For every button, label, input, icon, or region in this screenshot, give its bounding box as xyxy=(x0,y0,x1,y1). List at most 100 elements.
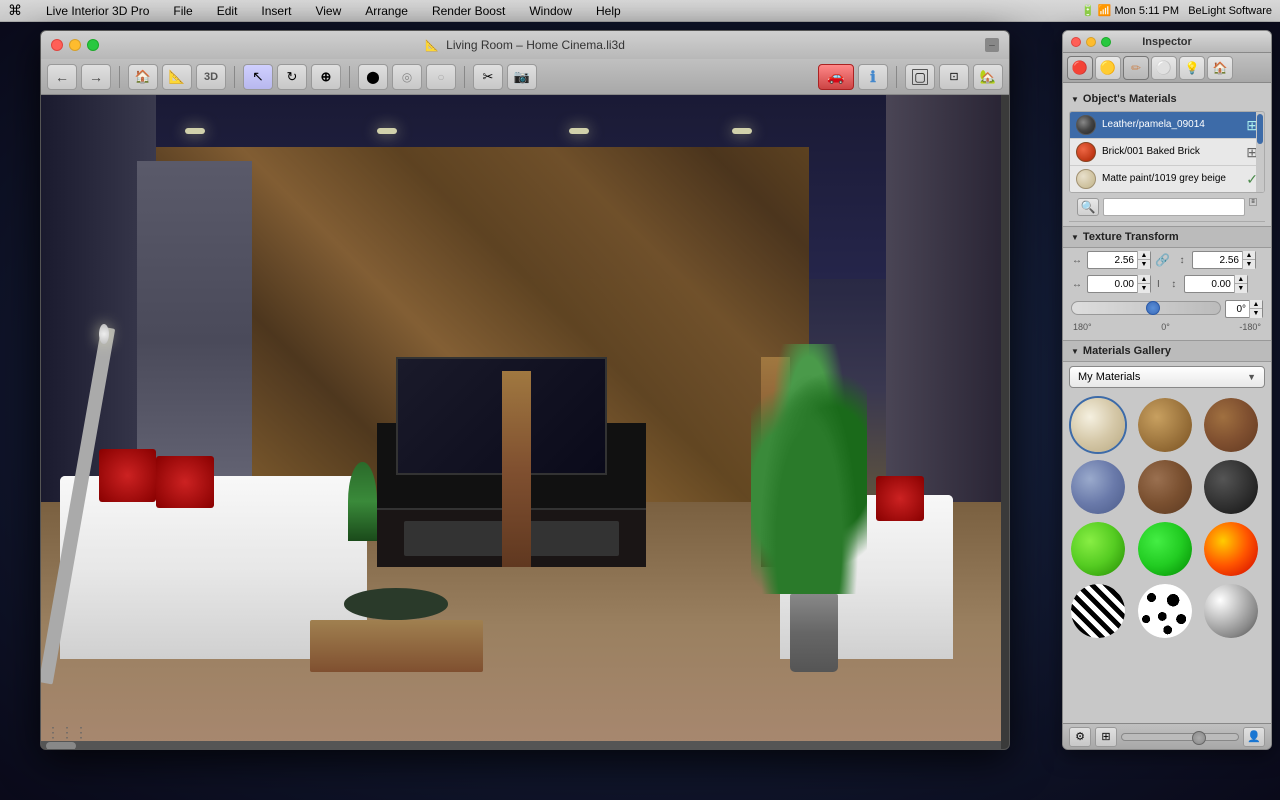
offset-x-steppers[interactable]: ▲ ▼ xyxy=(1137,275,1150,293)
minimize-button[interactable] xyxy=(69,39,81,51)
angle-input[interactable]: 0° ▲ ▼ xyxy=(1225,300,1263,318)
gallery-header: ▼ Materials Gallery xyxy=(1063,340,1271,362)
inspector-min[interactable] xyxy=(1086,37,1096,47)
material-item-leather[interactable]: Leather/pamela_09014 ⊞ xyxy=(1070,112,1264,139)
menu-file[interactable]: File xyxy=(169,2,196,20)
menu-insert[interactable]: Insert xyxy=(257,2,295,20)
sphere-tool-button[interactable]: ⬤ xyxy=(358,64,388,90)
eyedropper-input[interactable] xyxy=(1103,198,1245,216)
menu-window[interactable]: Window xyxy=(525,2,576,20)
gallery-item-metal[interactable] xyxy=(1069,458,1127,516)
nav-forward-button[interactable]: → xyxy=(81,64,111,90)
inspector-zoom-thumb[interactable] xyxy=(1192,731,1206,745)
offset-y-input[interactable]: 0.00 ▲ ▼ xyxy=(1184,275,1248,293)
gallery-dropdown[interactable]: My Materials ▼ xyxy=(1069,366,1265,388)
gallery-item-cream[interactable] xyxy=(1069,396,1127,454)
path-tool-button[interactable]: ✂ xyxy=(473,64,503,90)
gallery-item-zebra[interactable] xyxy=(1069,582,1127,640)
gallery-item-brown[interactable] xyxy=(1136,458,1194,516)
menu-help[interactable]: Help xyxy=(592,2,625,20)
gallery-item-dark[interactable] xyxy=(1202,458,1260,516)
scale-y-up[interactable]: ▲ xyxy=(1243,251,1255,260)
angle-slider-track[interactable] xyxy=(1071,301,1221,315)
eyedropper-button[interactable]: 🔍 xyxy=(1077,198,1099,216)
inspector-tab-metal[interactable]: ⚪ xyxy=(1151,56,1177,80)
scale-y-input[interactable]: 2.56 ▲ ▼ xyxy=(1192,251,1256,269)
frame-all-button[interactable]: ⊡ xyxy=(939,64,969,90)
scale-x-down[interactable]: ▼ xyxy=(1138,260,1150,269)
scale-x-up[interactable]: ▲ xyxy=(1138,251,1150,260)
window-zoom-btn[interactable]: ─ xyxy=(985,38,999,52)
inspector-tab-paint[interactable]: ✏ xyxy=(1123,56,1149,80)
inspector-zoom-slider[interactable] xyxy=(1121,733,1239,741)
offset-x-up[interactable]: ▲ xyxy=(1138,275,1150,284)
menu-view[interactable]: View xyxy=(311,2,345,20)
inspector-tab-materials[interactable]: 🔴 xyxy=(1067,56,1093,80)
menu-arrange[interactable]: Arrange xyxy=(361,2,412,20)
eyedropper-options[interactable]: ≡ xyxy=(1249,198,1257,216)
scale-x-input[interactable]: 2.56 ▲ ▼ xyxy=(1087,251,1151,269)
menu-appname[interactable]: Live Interior 3D Pro xyxy=(42,2,153,20)
nav-back-button[interactable]: ← xyxy=(47,64,77,90)
inspector-settings-button[interactable]: ⚙ xyxy=(1069,727,1091,747)
inspector-tab-house[interactable]: 🏠 xyxy=(1207,56,1233,80)
offset-y-up[interactable]: ▲ xyxy=(1235,275,1247,284)
frame-selection-button[interactable]: ▢ xyxy=(905,64,935,90)
material-item-brick[interactable]: Brick/001 Baked Brick ⊞ xyxy=(1070,139,1264,166)
floor-plan-button[interactable]: 🏠 xyxy=(128,64,158,90)
gallery-item-wood1[interactable] xyxy=(1136,396,1194,454)
scale-y-down[interactable]: ▼ xyxy=(1243,260,1255,269)
offset-x-down[interactable]: ▼ xyxy=(1138,284,1150,293)
3d-nav-button[interactable]: 🚗 xyxy=(818,64,854,90)
maximize-button[interactable] xyxy=(87,39,99,51)
gallery-item-fire[interactable] xyxy=(1202,520,1260,578)
viewport[interactable]: ⋮⋮⋮ xyxy=(41,95,1001,750)
orbit-tool-button[interactable]: ↻ xyxy=(277,64,307,90)
apple-menu[interactable]: ⌘ xyxy=(8,2,22,19)
inspector-max[interactable] xyxy=(1101,37,1111,47)
sphere2-tool-button[interactable]: ◎ xyxy=(392,64,422,90)
gallery-item-chrome[interactable] xyxy=(1202,582,1260,640)
gallery-item-green1[interactable] xyxy=(1069,520,1127,578)
info-button[interactable]: ℹ xyxy=(858,64,888,90)
inspector-tab-lamp[interactable]: 💡 xyxy=(1179,56,1205,80)
link-icon[interactable]: 🔗 xyxy=(1155,253,1170,267)
gallery-item-wood2[interactable] xyxy=(1202,396,1260,454)
close-button[interactable] xyxy=(51,39,63,51)
angle-up[interactable]: ▲ xyxy=(1250,300,1262,309)
3d-view-button[interactable]: 3D xyxy=(196,64,226,90)
scale-x-steppers[interactable]: ▲ ▼ xyxy=(1137,251,1150,269)
offset-x-input[interactable]: 0.00 ▲ ▼ xyxy=(1087,275,1151,293)
offset-y-down[interactable]: ▼ xyxy=(1235,284,1247,293)
elevation-button[interactable]: 📐 xyxy=(162,64,192,90)
home-view-button[interactable]: 🏡 xyxy=(973,64,1003,90)
pan-tool-button[interactable]: ⊕ xyxy=(311,64,341,90)
inspector-tab-sphere[interactable]: 🟡 xyxy=(1095,56,1121,80)
inspector-grid-button[interactable]: ⊞ xyxy=(1095,727,1117,747)
gallery-item-green2[interactable] xyxy=(1136,520,1194,578)
offset-y-steppers[interactable]: ▲ ▼ xyxy=(1234,275,1247,293)
menu-render[interactable]: Render Boost xyxy=(428,2,509,20)
inspector-titlebar: Inspector xyxy=(1063,31,1271,53)
gallery-item-spots[interactable] xyxy=(1136,582,1194,640)
viewport-hscroll[interactable] xyxy=(41,741,1001,750)
metal-icon: ⚪ xyxy=(1156,60,1172,76)
material-item-matte[interactable]: Matte paint/1019 grey beige ✓ xyxy=(1070,166,1264,192)
materials-scrollbar-thumb[interactable] xyxy=(1257,114,1263,144)
viewport-hscroll-thumb[interactable] xyxy=(46,742,76,750)
texture-scale-row: ↔ 2.56 ▲ ▼ 🔗 ↕ 2.56 ▲ ▼ xyxy=(1063,248,1271,272)
scroll-indicator: ⋮⋮⋮ xyxy=(46,724,88,741)
inspector-person-button[interactable]: 👤 xyxy=(1243,727,1265,747)
menu-edit[interactable]: Edit xyxy=(213,2,242,20)
inspector-close[interactable] xyxy=(1071,37,1081,47)
sphere3-tool-button[interactable]: ○ xyxy=(426,64,456,90)
camera-tool-button[interactable]: 📷 xyxy=(507,64,537,90)
scale-y-steppers[interactable]: ▲ ▼ xyxy=(1242,251,1255,269)
materials-scrollbar[interactable] xyxy=(1256,112,1264,192)
angle-slider-thumb[interactable] xyxy=(1146,301,1160,315)
materials-list[interactable]: Leather/pamela_09014 ⊞ Brick/001 Baked B… xyxy=(1069,111,1265,193)
select-tool-button[interactable]: ↖ xyxy=(243,64,273,90)
angle-steppers[interactable]: ▲ ▼ xyxy=(1249,300,1262,318)
angle-down[interactable]: ▼ xyxy=(1250,309,1262,318)
ceiling-light-1 xyxy=(185,128,205,134)
